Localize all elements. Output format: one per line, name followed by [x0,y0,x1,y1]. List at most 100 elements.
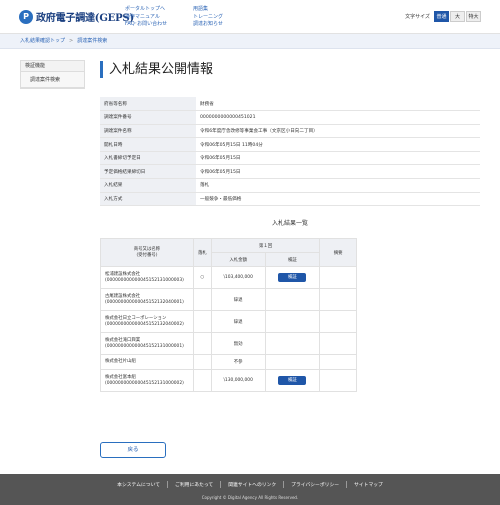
info-value: 落札 [196,178,480,193]
info-label: 入札方式 [100,192,196,207]
detail-cell [264,354,321,370]
info-value: 財務省 [196,97,480,112]
site-logo[interactable]: P 政府電子調達(GEPS) [19,9,134,24]
faq-link[interactable]: FAQ･お問い合わせ [125,21,167,29]
amount-cell: 辞退 [210,310,266,333]
site-footer: 本システムについて ご利用にあたって 関連サイトへのリンク プライバシーポリシー サイト… [0,474,500,505]
result-row: 株式会社富本組 (000000000000045152131000002) \130… [100,369,357,392]
amount-cell: \103,400,000 [210,266,266,289]
glossary-link[interactable]: 用語集 [193,6,223,14]
training-link[interactable]: トレーニング [193,14,223,22]
font-size-large-button[interactable]: 大 [450,11,465,22]
note-cell [319,332,357,355]
result-row: 株式会社片山組 不参 [100,354,357,370]
footer-link[interactable]: プライバシーポリシー [283,481,346,488]
note-cell [319,310,357,333]
col-winner-header: 落札 [192,238,212,267]
col-amount-header: 入札金額 [210,252,266,267]
receipt-number: (000000000000045152131000003) [105,277,184,283]
winner-cell [192,354,212,370]
company-cell: 松浦建設株式会社 (000000000000045152131000003) [100,266,194,289]
info-row: 府省等名称 財務省 [100,97,480,112]
info-label: 開札日時 [100,137,196,152]
info-row: 入札方式 一般競争・最低価格 [100,192,480,207]
info-row: 入札結果 落札 [100,178,480,193]
info-value: 令和06年05月15日 [196,164,480,180]
results-table: 商号又は名称 (受付番号) 落札 第１回 摘要 入札金額 検証 松浦建設株式会社… [100,238,357,392]
info-label: 調達案件番号 [100,110,196,125]
notice-link[interactable]: 調達お知らせ [193,21,223,29]
info-row: 開札日時 令和06年05月15日 11時04分 [100,137,480,152]
col-company-header: 商号又は名称 (受付番号) [100,238,194,267]
company-cell: 古尾建設株式会社 (000000000000045152132040001) [100,288,194,311]
winner-cell: ○ [192,266,212,289]
info-row: 予定価格結果締切日 令和06年05月15日 [100,164,480,180]
info-label: 予定価格結果締切日 [100,164,196,180]
company-cell: 株式会社富本組 (000000000000045152131000002) [100,369,194,392]
info-label: 入札結果 [100,178,196,193]
info-row: 調達案件番号 0000000000000451021 [100,110,480,125]
receipt-number: (000000000000045152131000002) [105,380,184,386]
receipt-number: (000000000000045152132040001) [105,299,184,305]
detail-cell [264,288,321,311]
site-title: 政府電子調達(GEPS) [36,13,134,24]
sidebar-heading: 検証機能 [21,61,84,72]
receipt-number: (000000000000045152132040002) [105,321,184,327]
amount-cell: \130,000,000 [210,369,266,392]
note-cell [319,288,357,311]
company-cell: 株式会社片山組 [100,354,194,370]
company-name: 株式会社片山組 [105,359,136,364]
amount-cell: 無効 [210,332,266,355]
detail-cell: 検証 [264,369,321,392]
info-row: 入札書締切予定日 令和06年05月15日 [100,151,480,166]
info-value: 一般競争・最低価格 [196,192,480,207]
result-row: 松浦建設株式会社 (000000000000045152131000003) ○ \1… [100,266,357,289]
info-row: 調達案件名称 令和6年度庁舎改修等事業会工事（文京区小日向二丁目） [100,124,480,139]
amount-cell: 辞退 [210,288,266,311]
note-cell [319,354,357,370]
header-links-1: ポータルトップへ 操作マニュアル FAQ･お問い合わせ [125,6,167,29]
detail-cell: 検証 [264,266,321,289]
breadcrumb-search-link[interactable]: 調達案件検索 [77,38,107,44]
page-title: 入札結果公開情報 [100,61,213,78]
site-header: P 政府電子調達(GEPS) ポータルトップへ 操作マニュアル FAQ･お問い合… [0,0,500,34]
font-size-switcher: 文字サイズ 普通 大 特大 [405,11,481,22]
winner-cell [192,332,212,355]
info-value: 令和06年05月15日 [196,151,480,166]
winner-cell [192,288,212,311]
sidebar-item-case-search[interactable]: 調達案件検索 [21,72,84,88]
company-cell: 株式会社日立コーポレーション (0000000000000451521320400… [100,310,194,333]
receipt-number: (000000000000045152131000001) [105,343,184,349]
col-note-header: 摘要 [319,238,357,267]
results-title: 入札結果一覧 [271,220,308,227]
col-round-header: 第１回 [210,238,321,253]
manual-link[interactable]: 操作マニュアル [125,14,167,22]
winner-cell [192,310,212,333]
breadcrumb-top-link[interactable]: 入札結果確認トップ [20,38,65,44]
detail-button[interactable]: 検証 [278,376,307,385]
font-size-normal-button[interactable]: 普通 [434,11,449,22]
footer-link[interactable]: 関連サイトへのリンク [220,481,283,488]
footer-link[interactable]: ご利用にあたって [167,481,220,488]
info-label: 府省等名称 [100,97,196,112]
portal-top-link[interactable]: ポータルトップへ [125,6,167,14]
footer-link[interactable]: 本システムについて [110,481,167,488]
result-row: 株式会社滝口興業 (000000000000045152131000001) 無効 [100,332,357,355]
detail-cell [264,310,321,333]
detail-button[interactable]: 検証 [278,273,307,282]
info-value: 令和6年度庁舎改修等事業会工事（文京区小日向二丁目） [196,124,480,139]
font-size-label: 文字サイズ [405,14,430,20]
case-info-table: 府省等名称 財務省 調達案件番号 0000000000000451021 調達案件名称令… [100,97,480,207]
header-links-2: 用語集 トレーニング 調達お知らせ [193,6,223,29]
footer-links: 本システムについて ご利用にあたって 関連サイトへのリンク プライバシーポリシー サイト… [0,474,500,488]
chevron-right-icon: > [69,38,74,44]
copyright: Copyright © Digital Agency All Rights Re… [201,495,299,500]
font-size-xlarge-button[interactable]: 特大 [466,11,481,22]
info-value: 令和06年05月15日 11時04分 [196,137,480,152]
footer-link[interactable]: サイトマップ [346,481,390,488]
note-cell [319,266,357,289]
result-row: 古尾建設株式会社 (000000000000045152132040001) 辞退 [100,288,357,311]
back-button[interactable]: 戻る [100,442,166,458]
col-detail-header: 検証 [264,252,321,267]
detail-cell [264,332,321,355]
